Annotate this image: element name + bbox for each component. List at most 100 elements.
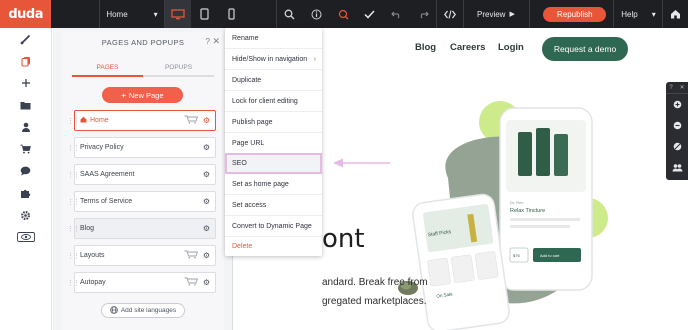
add-element-icon[interactable] [0,72,51,94]
users-icon[interactable] [666,157,688,178]
drag-handle-icon[interactable]: ⋮⋮ [67,279,80,287]
page-row-label: Blog [80,225,95,232]
page-row-saas-agreement[interactable]: ⋮⋮ SAAS Agreement ⚙ [67,164,216,185]
menu-item-label: Hide/Show in navigation [232,55,308,63]
close-icon[interactable]: ✕ [680,84,685,91]
new-page-button[interactable]: + New Page [102,87,183,103]
gear-icon[interactable]: ⚙ [203,278,210,287]
help-icon[interactable]: ? [206,37,210,46]
add-site-languages-button[interactable]: Add site languages [101,303,185,318]
drag-handle-icon[interactable]: ⋮⋮ [67,198,80,206]
menu-item-hide-show-navigation[interactable]: Hide/Show in navigation › [225,49,322,70]
site-nav-login[interactable]: Login [498,42,524,53]
menu-item-duplicate[interactable]: Duplicate [225,70,322,91]
drag-handle-icon[interactable]: ⋮⋮ [67,252,80,260]
site-nav-blog[interactable]: Blog [415,42,436,53]
phone-brand-text: Dr. Rex [510,200,523,205]
gear-icon[interactable]: ⚙ [203,116,210,125]
menu-item-set-access[interactable]: Set access [225,195,322,216]
drag-handle-icon[interactable]: ⋮⋮ [67,117,80,125]
menu-item-publish-page[interactable]: Publish page [225,112,322,133]
gear-icon[interactable]: ⚙ [203,170,210,179]
close-icon[interactable]: ✕ [212,36,220,47]
menu-item-convert-dynamic-page[interactable]: Convert to Dynamic Page [225,216,322,237]
visibility-toggle-icon[interactable] [0,226,51,248]
hide-icon[interactable] [666,136,688,157]
gear-icon[interactable]: ⚙ [203,251,210,260]
help-label: Help [621,9,638,19]
globe-icon [110,305,118,316]
desktop-view-icon[interactable] [164,0,192,28]
chevron-right-icon: › [313,55,316,63]
comments-icon[interactable] [0,160,51,182]
republish-button[interactable]: Republish [543,6,607,22]
site-nav-careers[interactable]: Careers [450,42,485,53]
settings-gear-icon[interactable] [0,204,51,226]
pages-panel-body: PAGES AND POPUPS ? ✕ PAGES POPUPS + New … [62,32,224,330]
dashboard-home-icon[interactable] [663,0,688,28]
toolbar-divider [463,0,464,28]
code-icon[interactable] [437,0,463,28]
menu-item-seo[interactable]: SEO [225,153,322,174]
page-row-label: SAAS Agreement [80,171,135,178]
page-row-autopay[interactable]: ⋮⋮ Autopay ⚙ [67,272,216,293]
cart-icon [184,250,199,261]
phone-add-to-cart: Add to cart [540,253,560,258]
design-brush-icon[interactable] [0,28,51,50]
cart-icon [184,115,199,126]
request-demo-button[interactable]: Request a demo [542,37,628,61]
chevron-down-icon: ▾ [651,9,656,19]
editor-left-sidebar [0,28,52,330]
menu-item-rename[interactable]: Rename [225,28,322,49]
gear-icon[interactable]: ⚙ [203,197,210,206]
hero-subtext-line-1: andard. Break free from [322,277,428,288]
page-row-blog[interactable]: ⋮⋮ Blog ⚙ [67,218,216,239]
preview-button[interactable]: Preview ▶ [477,10,522,19]
phone-price: $76 [513,253,520,258]
page-context-menu: Rename Hide/Show in navigation › Duplica… [225,28,322,256]
tablet-view-icon[interactable] [191,0,218,28]
page-row-label: Home [90,117,109,124]
page-row-label: Autopay [80,279,106,286]
mobile-view-icon[interactable] [218,0,245,28]
gear-icon[interactable]: ⚙ [203,143,210,152]
apps-puzzle-icon[interactable] [0,182,51,204]
page-row-privacy-policy[interactable]: ⋮⋮ Privacy Policy ⚙ [67,137,216,158]
store-cart-icon[interactable] [0,138,51,160]
page-row-terms-of-service[interactable]: ⋮⋮ Terms of Service ⚙ [67,191,216,212]
phone-product-title: Relax Tincture [510,208,545,214]
menu-item-lock-client-editing[interactable]: Lock for client editing [225,91,322,112]
page-selector-dropdown[interactable]: Home ▾ [99,0,165,28]
panel-title: PAGES AND POPUPS [101,38,185,47]
plus-icon: + [121,90,126,100]
home-icon [80,116,87,125]
menu-item-set-home-page[interactable]: Set as home page [225,174,322,195]
page-row-label: Privacy Policy [80,144,124,151]
drag-handle-icon[interactable]: ⋮⋮ [67,144,80,152]
folder-icon[interactable] [0,94,51,116]
hero-heading-fragment: ont [322,224,365,254]
new-page-label: New Page [128,90,164,100]
drag-handle-icon[interactable]: ⋮⋮ [67,171,80,179]
info-icon[interactable] [303,0,330,28]
seo-check-icon[interactable] [330,0,357,28]
undo-icon[interactable] [383,0,410,28]
menu-item-page-url[interactable]: Page URL [225,133,322,154]
help-menu[interactable]: Help ▾ [621,10,655,19]
play-icon: ▶ [509,11,515,18]
toolbar-divider [613,0,615,28]
page-row-home[interactable]: ⋮⋮ Home ⚙ [67,110,216,131]
redo-icon[interactable] [410,0,437,28]
page-row-layouts[interactable]: ⋮⋮ Layouts ⚙ [67,245,216,266]
help-icon[interactable]: ? [669,85,672,91]
gear-icon[interactable]: ⚙ [203,224,210,233]
pages-icon[interactable] [0,50,51,72]
drag-handle-icon[interactable]: ⋮⋮ [67,225,80,233]
menu-item-delete[interactable]: Delete [225,236,322,257]
site-preview-canvas: Blog Careers Login Request a demo Dr. Re… [322,28,688,330]
search-icon[interactable] [277,0,304,28]
checkmark-icon[interactable] [356,0,383,28]
zoom-out-icon[interactable] [666,115,688,136]
zoom-in-icon[interactable] [666,94,688,115]
user-icon[interactable] [0,116,51,138]
